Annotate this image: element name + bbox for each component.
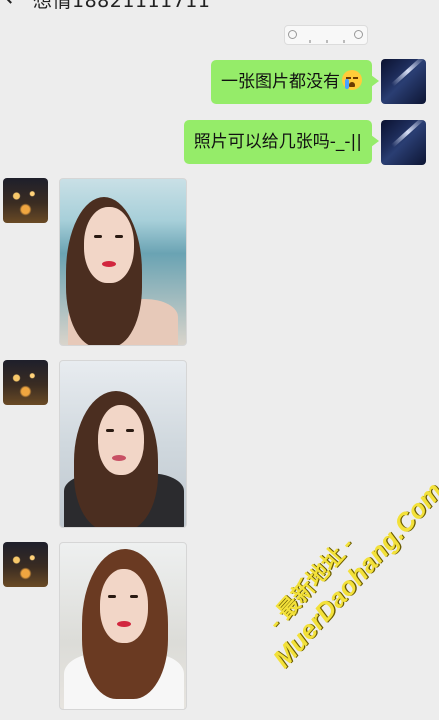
photo-eye xyxy=(130,595,138,598)
self-avatar[interactable] xyxy=(381,120,426,165)
crying-face-icon xyxy=(342,70,362,90)
peer-avatar[interactable] xyxy=(3,178,48,223)
photo-face xyxy=(100,569,148,643)
message-bubble[interactable]: 一张图片都没有 xyxy=(211,60,379,104)
photo-lips xyxy=(112,455,126,461)
message-bubble[interactable]: 照片可以给几张吗-_-|| xyxy=(183,120,380,164)
tile-tick xyxy=(326,40,328,43)
tile-dot-icon xyxy=(354,30,363,39)
photo-eye xyxy=(115,235,123,238)
chat-title: 想情18821111711 xyxy=(33,0,211,12)
photo-eye xyxy=(106,429,114,432)
message-text: 一张图片都没有 xyxy=(221,72,340,92)
photo-face xyxy=(84,207,134,283)
message-text: 照片可以给几张吗-_-|| xyxy=(193,132,362,152)
watermark: - 最新地址 - MuerDaohang.Com xyxy=(243,455,439,674)
back-arrow-icon[interactable] xyxy=(1,0,20,4)
photo-message[interactable] xyxy=(59,542,187,710)
peer-avatar[interactable] xyxy=(3,360,48,405)
tile-tick xyxy=(343,40,345,43)
top-bar: 想情18821111711 xyxy=(0,0,439,12)
photo-message[interactable] xyxy=(59,360,187,528)
sticker-preview[interactable] xyxy=(284,25,368,45)
peer-avatar[interactable] xyxy=(3,542,48,587)
self-avatar[interactable] xyxy=(381,59,426,104)
tile-tick xyxy=(309,40,311,43)
photo-lips xyxy=(117,621,131,627)
photo-eye xyxy=(94,235,102,238)
chat-screen: 想情18821111711 一张图片都没有 照片可以给几张吗-_-|| - 最新… xyxy=(0,0,439,720)
photo-lips xyxy=(102,261,116,267)
photo-message[interactable] xyxy=(59,178,187,346)
photo-eye xyxy=(108,595,116,598)
photo-face xyxy=(98,405,144,475)
tile-dot-icon xyxy=(288,30,297,39)
photo-eye xyxy=(126,429,134,432)
